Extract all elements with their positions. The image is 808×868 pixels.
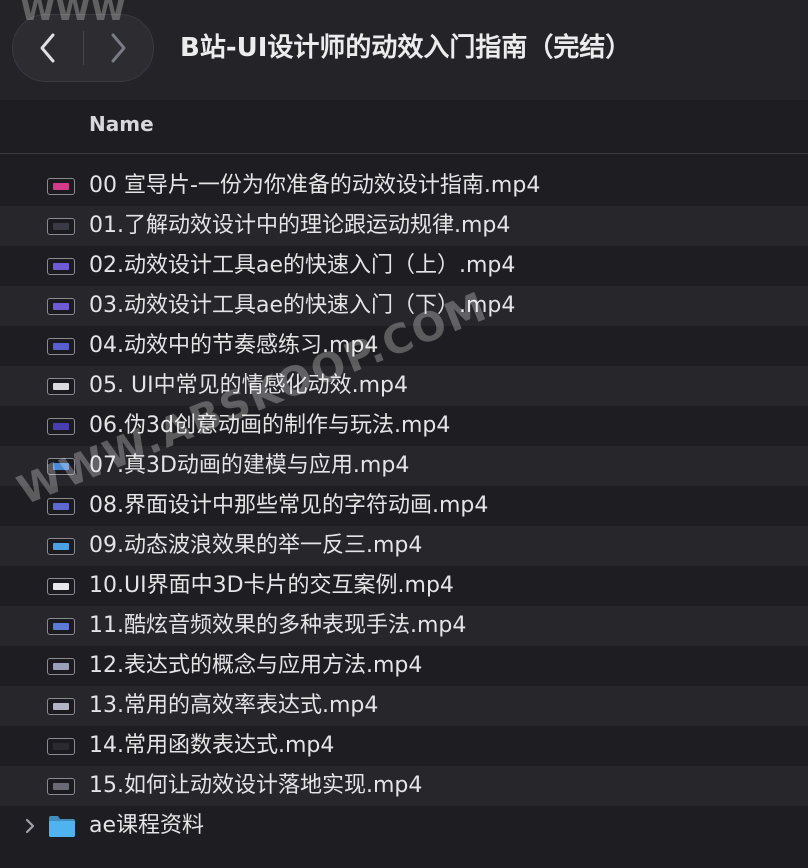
finder-window: B站-UI设计师的动效入门指南（完结） WWW Name 00 宣导片-一份为你…: [0, 0, 808, 868]
thumbnail-preview: [53, 503, 69, 510]
thumbnail-preview: [53, 783, 69, 790]
column-header: Name: [0, 100, 808, 154]
file-name: 11.酷炫音频效果的多种表现手法.mp4: [89, 613, 467, 638]
video-thumbnail-icon: [47, 178, 75, 195]
file-row[interactable]: 01.了解动效设计中的理论跟运动规律.mp4: [0, 206, 808, 246]
file-name: 06.伪3d创意动画的制作与玩法.mp4: [89, 413, 451, 438]
chevron-right-icon: [25, 818, 35, 834]
file-list: 00 宣导片-一份为你准备的动效设计指南.mp4 01.了解动效设计中的理论跟运动…: [0, 166, 808, 846]
file-row[interactable]: 15.如何让动效设计落地实现.mp4: [0, 766, 808, 806]
video-thumbnail-icon: [47, 538, 75, 555]
file-name: 10.UI界面中3D卡片的交互案例.mp4: [89, 573, 454, 598]
file-row[interactable]: 14.常用函数表达式.mp4: [0, 726, 808, 766]
file-row[interactable]: 05. UI中常见的情感化动效.mp4: [0, 366, 808, 406]
video-thumbnail-icon: [47, 778, 75, 795]
file-name: 14.常用函数表达式.mp4: [89, 733, 335, 758]
video-thumbnail-icon: [47, 378, 75, 395]
thumbnail-preview: [53, 743, 69, 750]
window-title: B站-UI设计师的动效入门指南（完结）: [180, 33, 632, 63]
file-row[interactable]: 02.动效设计工具ae的快速入门（上）.mp4: [0, 246, 808, 286]
file-row[interactable]: 00 宣导片-一份为你准备的动效设计指南.mp4: [0, 166, 808, 206]
file-row[interactable]: 04.动效中的节奏感练习.mp4: [0, 326, 808, 366]
video-thumbnail-icon: [47, 698, 75, 715]
thumbnail-preview: [53, 263, 69, 270]
forward-button[interactable]: [83, 15, 153, 81]
file-name: 02.动效设计工具ae的快速入门（上）.mp4: [89, 253, 516, 278]
file-name: 03.动效设计工具ae的快速入门（下）.mp4: [89, 293, 516, 318]
thumbnail-preview: [53, 423, 69, 430]
video-thumbnail-icon: [47, 578, 75, 595]
file-name: 04.动效中的节奏感练习.mp4: [89, 333, 379, 358]
file-row[interactable]: 03.动效设计工具ae的快速入门（下）.mp4: [0, 286, 808, 326]
thumbnail-preview: [53, 303, 69, 310]
thumbnail-preview: [53, 383, 69, 390]
thumbnail-preview: [53, 623, 69, 630]
navigation-buttons: [12, 14, 154, 82]
back-button[interactable]: [13, 15, 83, 81]
file-name: 07.真3D动画的建模与应用.mp4: [89, 453, 410, 478]
file-name: 08.界面设计中那些常见的字符动画.mp4: [89, 493, 489, 518]
file-name: 00 宣导片-一份为你准备的动效设计指南.mp4: [89, 173, 541, 198]
file-row[interactable]: 07.真3D动画的建模与应用.mp4: [0, 446, 808, 486]
file-name: 12.表达式的概念与应用方法.mp4: [89, 653, 423, 678]
chevron-right-icon: [111, 33, 126, 63]
disclosure-triangle[interactable]: [22, 816, 38, 836]
file-name: 09.动态波浪效果的举一反三.mp4: [89, 533, 423, 558]
video-thumbnail-icon: [47, 498, 75, 515]
video-thumbnail-icon: [47, 738, 75, 755]
file-row[interactable]: 06.伪3d创意动画的制作与玩法.mp4: [0, 406, 808, 446]
file-row[interactable]: 08.界面设计中那些常见的字符动画.mp4: [0, 486, 808, 526]
thumbnail-preview: [53, 663, 69, 670]
file-name: 13.常用的高效率表达式.mp4: [89, 693, 379, 718]
video-thumbnail-icon: [47, 298, 75, 315]
file-row[interactable]: 13.常用的高效率表达式.mp4: [0, 686, 808, 726]
folder-row[interactable]: ae课程资料: [0, 806, 808, 846]
file-name: 01.了解动效设计中的理论跟运动规律.mp4: [89, 213, 511, 238]
video-thumbnail-icon: [47, 418, 75, 435]
video-thumbnail-icon: [47, 258, 75, 275]
thumbnail-preview: [53, 463, 69, 470]
thumbnail-preview: [53, 183, 69, 190]
toolbar: B站-UI设计师的动效入门指南（完结）: [0, 0, 808, 100]
thumbnail-preview: [53, 583, 69, 590]
file-name: 15.如何让动效设计落地实现.mp4: [89, 773, 423, 798]
file-row[interactable]: 11.酷炫音频效果的多种表现手法.mp4: [0, 606, 808, 646]
video-thumbnail-icon: [47, 458, 75, 475]
thumbnail-preview: [53, 703, 69, 710]
video-thumbnail-icon: [47, 218, 75, 235]
video-thumbnail-icon: [47, 338, 75, 355]
folder-icon: [47, 814, 77, 838]
file-row[interactable]: 12.表达式的概念与应用方法.mp4: [0, 646, 808, 686]
file-row[interactable]: 09.动态波浪效果的举一反三.mp4: [0, 526, 808, 566]
thumbnail-preview: [53, 343, 69, 350]
video-thumbnail-icon: [47, 618, 75, 635]
video-thumbnail-icon: [47, 658, 75, 675]
folder-name: ae课程资料: [89, 813, 205, 838]
thumbnail-preview: [53, 223, 69, 230]
thumbnail-preview: [53, 543, 69, 550]
file-row[interactable]: 10.UI界面中3D卡片的交互案例.mp4: [0, 566, 808, 606]
file-name: 05. UI中常见的情感化动效.mp4: [89, 373, 408, 398]
chevron-left-icon: [40, 33, 55, 63]
name-column-header[interactable]: Name: [89, 112, 154, 136]
